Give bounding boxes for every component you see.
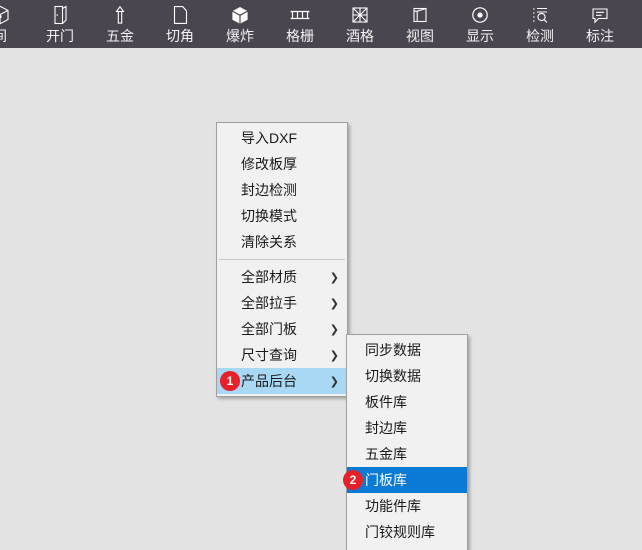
submenu-item-label: 切换数据 (365, 368, 421, 384)
step-badge-2: 2 (343, 470, 363, 490)
toolbar-label: 视图 (406, 28, 434, 44)
submenu-item-functional-parts-library[interactable]: 功能件库 (347, 493, 467, 519)
submenu-item-panel-library[interactable]: 板件库 (347, 389, 467, 415)
toolbar-label: 检测 (526, 28, 554, 44)
menu-item-label: 全部拉手 (241, 295, 297, 311)
submenu-item-edgeband-library[interactable]: 封边库 (347, 415, 467, 441)
toolbar-label: 标注 (586, 28, 614, 44)
chevron-right-icon: ❯ (329, 296, 339, 310)
submenu-item-label: 板件库 (365, 394, 407, 410)
submenu-item-sync-data[interactable]: 同步数据 (347, 337, 467, 363)
menu-item-product-backend[interactable]: 1 产品后台 ❯ (217, 368, 347, 394)
toolbar-label: 开门 (46, 28, 74, 44)
submenu-item-label: 封边库 (365, 420, 407, 436)
toolbar-button-settings[interactable]: 设 (630, 0, 642, 48)
toolbar-button-open-door[interactable]: 开门 (30, 0, 90, 48)
cube-room-icon (0, 3, 14, 27)
submenu-item-hinge-rule-library[interactable]: 门铰规则库 (347, 519, 467, 545)
toolbar-label: 酒格 (346, 28, 374, 44)
submenu-item-label: 五金库 (365, 446, 407, 462)
top-toolbar: 间 开门 五金 切角 (0, 0, 642, 48)
toolbar-button-display[interactable]: 显示 (450, 0, 510, 48)
menu-item-label: 修改板厚 (241, 156, 297, 172)
wine-rack-icon (346, 3, 374, 27)
menu-item-edge-detection[interactable]: 封边检测 (217, 177, 347, 203)
toolbar-label: 五金 (106, 28, 134, 44)
chevron-right-icon: ❯ (329, 322, 339, 336)
hardware-screw-icon (106, 3, 134, 27)
toolbar-button-grille[interactable]: 格栅 (270, 0, 330, 48)
submenu-item-hardware-library[interactable]: 五金库 (347, 441, 467, 467)
toolbar-button-annotate[interactable]: 标注 (570, 0, 630, 48)
grille-icon (286, 3, 314, 27)
menu-item-import-dxf[interactable]: 导入DXF (217, 125, 347, 151)
menu-item-label: 封边检测 (241, 182, 297, 198)
toolbar-button-explode[interactable]: 爆炸 (210, 0, 270, 48)
submenu-item-label: 功能件库 (365, 498, 421, 514)
menu-separator (219, 259, 345, 260)
toolbar-button-wine-rack[interactable]: 酒格 (330, 0, 390, 48)
toolbar-button-room[interactable]: 间 (0, 0, 30, 48)
toolbar-label: 切角 (166, 28, 194, 44)
toolbar-button-inspect[interactable]: 检测 (510, 0, 570, 48)
submenu-item-connection-rule-library[interactable]: 连接规则库 (347, 545, 467, 550)
toolbar-button-hardware[interactable]: 五金 (90, 0, 150, 48)
submenu-item-door-panel-library[interactable]: 2 门板库 (343, 467, 467, 493)
chevron-right-icon: ❯ (329, 270, 339, 284)
annotate-callout-icon (586, 3, 614, 27)
explode-cube-icon (226, 3, 254, 27)
inspect-icon (526, 3, 554, 27)
submenu-item-switch-data[interactable]: 切换数据 (347, 363, 467, 389)
submenu-item-label: 同步数据 (365, 342, 421, 358)
toolbar-button-corner-cut[interactable]: 切角 (150, 0, 210, 48)
menu-item-label: 尺寸查询 (241, 347, 297, 363)
corner-cut-page-icon (166, 3, 194, 27)
menu-item-all-materials[interactable]: 全部材质 ❯ (217, 264, 347, 290)
toolbar-label: 格栅 (286, 28, 314, 44)
menu-item-label: 清除关系 (241, 234, 297, 250)
chevron-right-icon: ❯ (329, 348, 339, 362)
menu-item-all-handles[interactable]: 全部拉手 ❯ (217, 290, 347, 316)
toolbar-label: 间 (0, 27, 7, 46)
toolbar-label: 显示 (466, 28, 494, 44)
open-door-icon (46, 3, 74, 27)
menu-item-label: 切换模式 (241, 208, 297, 224)
menu-item-label: 导入DXF (241, 130, 297, 146)
menu-item-label: 全部材质 (241, 269, 297, 285)
submenu-item-label: 门板库 (365, 472, 407, 488)
context-menu: 导入DXF 修改板厚 封边检测 切换模式 清除关系 全部材质 ❯ 全部拉手 ❯ … (216, 122, 348, 397)
menu-item-label: 全部门板 (241, 321, 297, 337)
display-eye-icon (466, 3, 494, 27)
submenu-product-backend: 同步数据 切换数据 板件库 封边库 五金库 2 门板库 功能件库 门铰规则库 连… (343, 334, 468, 550)
menu-item-label: 产品后台 (241, 373, 297, 389)
menu-item-dimension-query[interactable]: 尺寸查询 ❯ (217, 342, 347, 368)
view-box-icon (406, 3, 434, 27)
menu-item-switch-mode[interactable]: 切换模式 (217, 203, 347, 229)
chevron-right-icon: ❯ (329, 374, 339, 388)
menu-item-all-doors[interactable]: 全部门板 ❯ (217, 316, 347, 342)
menu-item-clear-relations[interactable]: 清除关系 (217, 229, 347, 255)
toolbar-label: 爆炸 (226, 28, 254, 44)
toolbar-button-view[interactable]: 视图 (390, 0, 450, 48)
step-badge-1: 1 (220, 371, 240, 391)
submenu-item-label: 门铰规则库 (365, 524, 435, 540)
menu-item-modify-thickness[interactable]: 修改板厚 (217, 151, 347, 177)
